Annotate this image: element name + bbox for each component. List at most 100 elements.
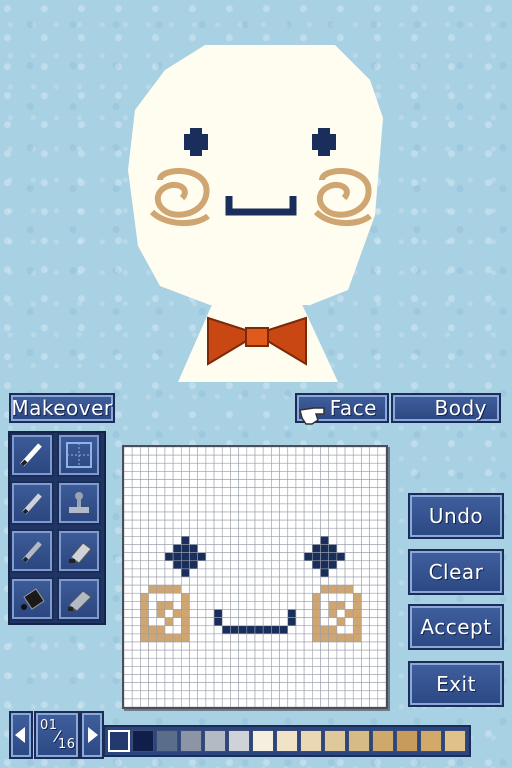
accept-button[interactable]: Accept	[408, 604, 504, 650]
palette-swatch[interactable]	[324, 730, 346, 752]
grid-cell	[205, 544, 215, 553]
pencil-tool[interactable]	[10, 433, 54, 477]
grid-cell	[287, 462, 297, 472]
makeover-button[interactable]: Makeover	[9, 393, 115, 423]
page-next-button[interactable]	[80, 711, 104, 759]
grid-cell	[320, 527, 329, 537]
grid-cell	[361, 657, 370, 667]
grid-cell	[303, 552, 313, 562]
grid-cell	[262, 690, 272, 700]
grid-cell	[336, 674, 346, 683]
grid-cell	[254, 527, 264, 537]
grid-cell	[271, 560, 280, 570]
grid-cell	[303, 698, 313, 708]
brush-tool[interactable]	[10, 529, 54, 573]
pixel-canvas[interactable]	[122, 445, 388, 709]
grid-cell	[172, 625, 182, 635]
eraser-tool[interactable]	[57, 529, 101, 573]
grid-cell	[320, 641, 329, 651]
grid-cell	[336, 657, 346, 667]
grid-cell	[164, 674, 174, 683]
grid-cell	[205, 682, 215, 692]
grid-cell	[123, 544, 133, 553]
grid-cell	[164, 576, 174, 586]
grid-cell	[369, 446, 379, 456]
grid-cell	[320, 674, 329, 683]
grid-cell	[254, 446, 264, 456]
palette-swatch[interactable]	[420, 730, 442, 752]
grid-cell	[303, 641, 313, 651]
grid-cell	[213, 552, 223, 562]
grid-cell	[156, 462, 166, 472]
grid-cell	[279, 495, 289, 505]
exit-button[interactable]: Exit	[408, 661, 504, 707]
grid-cell	[230, 552, 239, 562]
grid-cell	[238, 479, 248, 488]
grid-cell	[197, 487, 207, 497]
grid-cell	[287, 487, 297, 497]
grid-cell	[369, 657, 379, 667]
palette-swatch[interactable]	[444, 730, 466, 752]
palette-swatch[interactable]	[396, 730, 418, 752]
grid-cell	[246, 682, 256, 692]
grid-cell	[320, 657, 329, 667]
palette-swatch[interactable]	[300, 730, 322, 752]
palette-swatch[interactable]	[252, 730, 274, 752]
grid-cell	[369, 503, 379, 513]
grid-cell	[377, 519, 387, 529]
palette-swatch[interactable]	[372, 730, 394, 752]
page-prev-button[interactable]	[9, 711, 33, 759]
grid-cell	[377, 625, 387, 635]
grid-cell	[131, 536, 141, 545]
grid-cell	[336, 666, 346, 675]
grid-cell	[352, 617, 362, 627]
tab-body[interactable]: Body	[391, 393, 501, 423]
grid-cell	[246, 495, 256, 505]
grid-cell	[156, 698, 166, 708]
grid-cell	[344, 519, 354, 529]
grid-cell	[279, 511, 289, 521]
grid-cell	[238, 471, 248, 480]
grid-cell	[279, 446, 289, 456]
grid-cell	[352, 462, 362, 472]
grid-cell	[254, 698, 264, 708]
palette-swatch[interactable]	[156, 730, 178, 752]
grid-cell	[123, 633, 133, 643]
grid-cell	[303, 682, 313, 692]
grid-cell	[271, 584, 280, 594]
palette-swatch[interactable]	[180, 730, 202, 752]
grid-cell	[164, 625, 174, 635]
grid-cell	[156, 674, 166, 683]
grid-cell	[205, 584, 215, 594]
pen-tool[interactable]	[10, 481, 54, 525]
grid-cell	[336, 609, 346, 618]
clear-button[interactable]: Clear	[408, 549, 504, 595]
grid-cell	[140, 552, 149, 562]
grid-cell	[172, 649, 182, 659]
grid-cell	[140, 519, 149, 529]
grid-cell	[205, 633, 215, 643]
undo-button[interactable]: Undo	[408, 493, 504, 539]
palette-swatch[interactable]	[204, 730, 226, 752]
grid-cell	[205, 446, 215, 456]
grid-cell	[205, 576, 215, 586]
paint-bucket-tool[interactable]	[10, 577, 54, 621]
grid-cell	[172, 657, 182, 667]
palette-swatch[interactable]	[132, 730, 154, 752]
grid-cell	[221, 649, 231, 659]
palette-swatch[interactable]	[276, 730, 298, 752]
grid-cell	[189, 471, 198, 480]
grid-cell	[287, 592, 297, 602]
palette-swatch[interactable]	[108, 730, 130, 752]
stamp-tool[interactable]	[57, 481, 101, 525]
palette-swatch[interactable]	[348, 730, 370, 752]
tab-face-label: Face	[329, 396, 377, 420]
grid-toggle-tool[interactable]	[57, 433, 101, 477]
grid-cell	[123, 576, 133, 586]
grid-cell	[213, 649, 223, 659]
grid-cell	[131, 609, 141, 618]
palette-swatch[interactable]	[228, 730, 250, 752]
large-eraser-tool[interactable]	[57, 577, 101, 621]
grid-cell	[246, 446, 256, 456]
grid-cell	[328, 568, 338, 578]
